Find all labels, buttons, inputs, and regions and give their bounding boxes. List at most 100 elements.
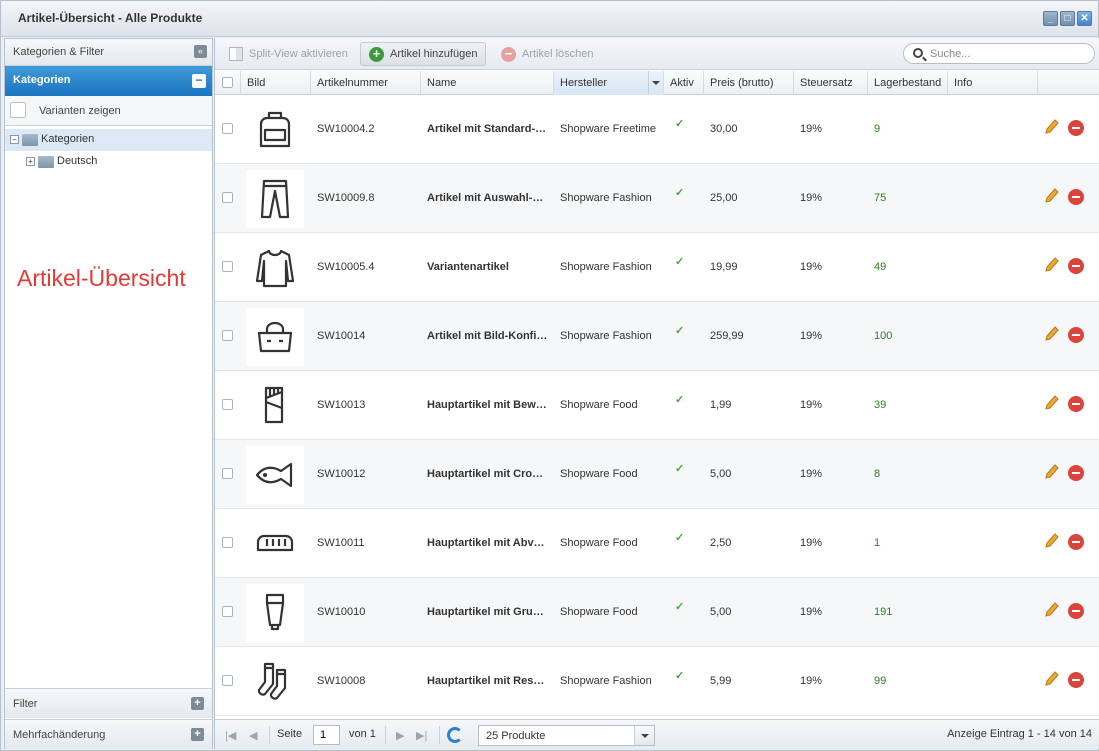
grid-header: Bild Artikelnummer Name Hersteller Aktiv… (215, 71, 1099, 95)
chevron-down-icon[interactable] (634, 726, 654, 745)
delete-row-icon[interactable] (1068, 258, 1084, 274)
variants-toggle[interactable]: Varianten zeigen (5, 96, 212, 126)
column-header-stock[interactable]: Lagerbestand (868, 71, 948, 95)
row-checkbox[interactable] (222, 399, 233, 410)
column-header-name[interactable]: Name (421, 71, 554, 95)
cell-stock: 99 (874, 675, 887, 687)
edit-pencil-icon[interactable] (1045, 533, 1059, 549)
row-checkbox[interactable] (222, 537, 233, 548)
edit-pencil-icon[interactable] (1045, 671, 1059, 687)
row-checkbox[interactable] (222, 675, 233, 686)
next-page-icon[interactable]: ▶ (396, 729, 404, 742)
close-icon[interactable]: ✕ (1077, 11, 1092, 26)
cell-manufacturer: Shopware Fashion (560, 675, 652, 687)
delete-icon: − (501, 46, 516, 62)
edit-pencil-icon[interactable] (1045, 464, 1059, 480)
table-row[interactable]: SW10014 Artikel mit Bild-Konfi… Shopware F… (215, 302, 1099, 371)
chocolate-icon (246, 377, 304, 435)
delete-row-icon[interactable] (1068, 189, 1084, 205)
table-row[interactable]: SW10005.4 Variantenartikel Shopware Fashio… (215, 233, 1099, 302)
tree-node-root[interactable]: − Kategorien (5, 129, 212, 151)
delete-row-icon[interactable] (1068, 465, 1084, 481)
expand-node-icon[interactable]: + (26, 157, 35, 166)
active-check-icon: ✓ (675, 118, 685, 130)
expand-mass-edit-icon[interactable]: + (191, 728, 204, 741)
table-row[interactable]: SW10010 Hauptartikel mit Gru… Shopware Foo… (215, 578, 1099, 647)
maximize-icon[interactable]: □ (1060, 11, 1075, 26)
add-article-button[interactable]: + Artikel hinzufügen (360, 42, 487, 66)
row-checkbox[interactable] (222, 192, 233, 203)
cell-name: Artikel mit Bild-Konfi… (427, 330, 548, 342)
delete-row-icon[interactable] (1068, 120, 1084, 136)
delete-row-icon[interactable] (1068, 534, 1084, 550)
cell-price: 259,99 (710, 330, 744, 342)
edit-pencil-icon[interactable] (1045, 188, 1059, 204)
select-all-header[interactable] (215, 71, 241, 95)
cell-price: 19,99 (710, 261, 738, 273)
filter-panel-title: Kategorien & Filter (13, 46, 105, 58)
cell-price: 1,99 (710, 399, 732, 411)
table-row[interactable]: SW10013 Hauptartikel mit Bew… Shopware Foo… (215, 371, 1099, 440)
cell-tax: 19% (800, 468, 823, 480)
first-page-icon[interactable]: |◀ (225, 729, 236, 742)
select-all-checkbox[interactable] (222, 77, 233, 88)
search-input[interactable] (930, 47, 1080, 61)
mass-edit-section[interactable]: Mehrfachänderung + (5, 719, 212, 749)
cell-name: Hauptartikel mit Abv… (427, 537, 545, 549)
edit-pencil-icon[interactable] (1045, 326, 1059, 342)
add-article-label: Artikel hinzufügen (390, 48, 478, 60)
categories-section-header[interactable]: Kategorien − (5, 66, 212, 96)
cell-number: SW10008 (317, 675, 366, 687)
cell-tax: 19% (800, 192, 823, 204)
search-box[interactable] (903, 43, 1095, 64)
tree-node-deutsch[interactable]: + Deutsch (5, 151, 212, 173)
table-row[interactable]: SW10011 Hauptartikel mit Abv… Shopware Foo… (215, 509, 1099, 578)
cell-tax: 19% (800, 675, 823, 687)
table-row[interactable]: SW10008 Hauptartikel mit Res… Shopware Fas… (215, 647, 1099, 716)
toolbar: Split-View aktivieren + Artikel hinzufüg… (215, 38, 1099, 70)
column-header-price[interactable]: Preis (brutto) (704, 71, 794, 95)
edit-pencil-icon[interactable] (1045, 119, 1059, 135)
collapse-node-icon[interactable]: − (10, 135, 19, 144)
page-number-input[interactable] (313, 725, 340, 745)
column-header-manufacturer[interactable]: Hersteller (554, 71, 664, 95)
column-header-active[interactable]: Aktiv (664, 71, 704, 95)
column-header-number[interactable]: Artikelnummer (311, 71, 421, 95)
edit-pencil-icon[interactable] (1045, 257, 1059, 273)
minimize-icon[interactable]: _ (1043, 11, 1058, 26)
variants-checkbox[interactable] (10, 102, 26, 118)
collapse-panel-icon[interactable]: « (194, 45, 207, 58)
last-page-icon[interactable]: ▶| (416, 729, 427, 742)
row-checkbox[interactable] (222, 606, 233, 617)
row-checkbox[interactable] (222, 261, 233, 272)
table-row[interactable]: SW10004.2 Artikel mit Standard-… Shopware … (215, 95, 1099, 164)
delete-row-icon[interactable] (1068, 327, 1084, 343)
expand-filter-icon[interactable]: + (191, 697, 204, 710)
cell-price: 5,00 (710, 468, 732, 480)
active-check-icon: ✓ (675, 532, 685, 544)
table-row[interactable]: SW10009.8 Artikel mit Auswahl-… Shopware F… (215, 164, 1099, 233)
split-view-icon (229, 47, 243, 61)
filter-section[interactable]: Filter + (5, 688, 212, 718)
delete-row-icon[interactable] (1068, 672, 1084, 688)
column-menu-icon[interactable] (648, 71, 661, 94)
column-header-tax[interactable]: Steuersatz (794, 71, 868, 95)
row-checkbox[interactable] (222, 468, 233, 479)
column-header-image[interactable]: Bild (241, 71, 311, 95)
table-row[interactable]: SW10012 Hauptartikel mit Cro… Shopware Foo… (215, 440, 1099, 509)
prev-page-icon[interactable]: ◀ (249, 729, 257, 742)
split-view-button[interactable]: Split-View aktivieren (221, 42, 356, 66)
page-size-select[interactable]: 25 Produkte (478, 725, 655, 746)
row-checkbox[interactable] (222, 330, 233, 341)
column-header-info[interactable]: Info (948, 71, 1038, 95)
edit-pencil-icon[interactable] (1045, 602, 1059, 618)
refresh-icon[interactable] (447, 727, 463, 743)
collapse-section-icon[interactable]: − (192, 74, 206, 88)
row-checkbox[interactable] (222, 123, 233, 134)
delete-row-icon[interactable] (1068, 396, 1084, 412)
cell-number: SW10005.4 (317, 261, 375, 273)
delete-article-button[interactable]: − Artikel löschen (493, 42, 602, 66)
delete-row-icon[interactable] (1068, 603, 1084, 619)
cell-stock: 100 (874, 330, 893, 342)
edit-pencil-icon[interactable] (1045, 395, 1059, 411)
